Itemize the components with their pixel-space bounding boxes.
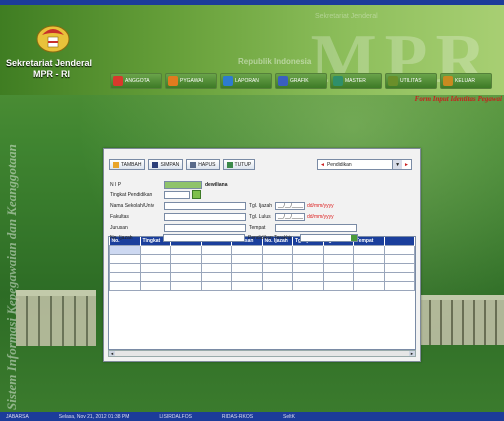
table-row[interactable] xyxy=(109,254,415,264)
menu-label: PYGAWAI xyxy=(180,78,203,84)
garuda-emblem-icon xyxy=(36,25,70,53)
exit-icon xyxy=(443,76,453,86)
tingkat-select[interactable] xyxy=(164,191,190,199)
category-value: Pendidikan xyxy=(326,161,352,168)
col-tempat[interactable]: Tempat xyxy=(353,237,385,246)
tempat-field[interactable] xyxy=(275,224,357,232)
building-image xyxy=(16,290,96,346)
tgllulus-field[interactable]: __/__/____ xyxy=(275,213,305,221)
menu-keluar[interactable]: KELUAR xyxy=(440,73,492,89)
menu-label: MASTER xyxy=(345,78,366,84)
close-door-icon xyxy=(226,161,233,168)
tglijazah-label: Tgl. Ijazah xyxy=(249,203,273,209)
terakhir-label: Pendidikan Terakhir xyxy=(248,235,292,241)
org-subname: MPR - RI xyxy=(33,69,70,79)
col-extra xyxy=(384,237,415,246)
nip-field[interactable] xyxy=(164,181,202,189)
menu-utilitas[interactable]: UTILITAS xyxy=(385,73,437,89)
chevron-down-icon[interactable]: ▼ xyxy=(392,160,403,169)
jurusan-field[interactable] xyxy=(164,224,246,232)
table-row[interactable] xyxy=(109,272,415,282)
terakhir-select[interactable] xyxy=(300,234,358,242)
save-icon xyxy=(152,161,159,168)
menu-laporan[interactable]: LAPORAN xyxy=(220,73,272,89)
menu-pegawai[interactable]: PYGAWAI xyxy=(165,73,217,89)
status-db: RIDAS-RKOS xyxy=(221,413,254,420)
tools-icon xyxy=(388,76,398,86)
tingkat-label: Tingkat Pendidikan xyxy=(110,192,153,198)
chart-icon xyxy=(278,76,288,86)
nip-name: dewiliana xyxy=(205,182,228,188)
menu-label: LAPORAN xyxy=(235,78,259,84)
tempat-label: Tempat xyxy=(249,225,266,231)
menu-label: GRAFIK xyxy=(290,78,309,84)
menu-label: KELUAR xyxy=(455,78,476,84)
status-user: JABARSA xyxy=(6,413,29,420)
search-icon[interactable] xyxy=(192,190,201,199)
form-toolbar: TAMBAH SIMPAN HAPUS TUTUP xyxy=(109,159,256,170)
status-bar: JABARSA Selasa, Nov 21, 2012 01:38 PM LI… xyxy=(0,412,504,421)
form-title: Form Input Identitas Pegawai xyxy=(414,95,502,103)
category-select[interactable]: ◄ Pendidikan ▼ ► xyxy=(317,159,412,170)
tambah-label: TAMBAH xyxy=(121,161,142,168)
menu-anggota[interactable]: ANGGOTA xyxy=(110,73,162,89)
education-table: No. Tingkat Nama Fakultas Jurusan No. Ij… xyxy=(108,236,416,350)
table-row[interactable] xyxy=(109,245,415,255)
main-menu: ANGGOTA PYGAWAI LAPORAN GRAFIK MASTER UT… xyxy=(110,73,492,91)
report-icon xyxy=(223,76,233,86)
jurusan-label: Jurusan xyxy=(110,225,128,231)
hapus-button[interactable]: HAPUS xyxy=(186,159,220,170)
next-arrow-icon[interactable]: ► xyxy=(402,162,411,168)
nip-label: N I P xyxy=(110,182,122,188)
org-name: Sekretariat Jenderal xyxy=(6,58,93,68)
noijazah-label: No. Ijazah xyxy=(110,235,133,241)
menu-label: UTILITAS xyxy=(400,78,422,84)
simpan-button[interactable]: SIMPAN xyxy=(148,159,184,170)
noijazah-field[interactable] xyxy=(163,234,245,242)
person-icon xyxy=(168,76,178,86)
side-caption: Sistem Informasi Kepegawaian dan Keanggo… xyxy=(4,144,19,410)
fakultas-label: Fakultas xyxy=(110,214,129,220)
banner-top-text: Sekretariat Jenderal xyxy=(315,13,378,20)
scroll-left-icon[interactable]: ◄ xyxy=(109,351,115,356)
fakultas-field[interactable] xyxy=(164,213,246,221)
delete-icon xyxy=(190,161,197,168)
table-row[interactable] xyxy=(109,263,415,273)
sekolah-label: Nama Sekolah/Univ xyxy=(110,203,155,209)
tutup-button[interactable]: TUTUP xyxy=(222,159,256,170)
database-icon xyxy=(333,76,343,86)
sekolah-field[interactable] xyxy=(164,202,246,210)
scroll-right-icon[interactable]: ► xyxy=(409,351,415,356)
menu-grafik[interactable]: GRAFIK xyxy=(275,73,327,89)
table-row[interactable] xyxy=(109,281,415,291)
building-image-right xyxy=(420,295,504,345)
hapus-label: HAPUS xyxy=(198,161,216,168)
add-icon xyxy=(113,161,119,168)
menu-master[interactable]: MASTER xyxy=(330,73,382,89)
chevron-down-icon[interactable] xyxy=(351,235,357,241)
simpan-label: SIMPAN xyxy=(160,161,180,168)
status-datetime: Selasa, Nov 21, 2012 01:38 PM xyxy=(58,413,130,420)
menu-label: ANGGOTA xyxy=(125,78,150,84)
horizontal-scrollbar[interactable]: ◄ ► xyxy=(108,350,416,357)
people-icon xyxy=(113,76,123,86)
prev-arrow-icon[interactable]: ◄ xyxy=(318,162,327,168)
tglijazah-hint: dd/mm/yyyy xyxy=(307,203,334,209)
form-window: TAMBAH SIMPAN HAPUS TUTUP ◄ Pendidikan ▼… xyxy=(103,148,421,362)
tambah-button[interactable]: TAMBAH xyxy=(109,159,146,170)
status-host: LISIRDALFOS xyxy=(159,413,192,420)
tgllulus-label: Tgl. Lulus xyxy=(249,214,271,220)
banner-subtitle: Republik Indonesia xyxy=(238,57,312,66)
tgllulus-hint: dd/mm/yyyy xyxy=(307,214,334,220)
tutup-label: TUTUP xyxy=(234,161,252,168)
tglijazah-field[interactable]: __/__/____ xyxy=(275,202,305,210)
status-extra: SeltK xyxy=(283,413,295,420)
